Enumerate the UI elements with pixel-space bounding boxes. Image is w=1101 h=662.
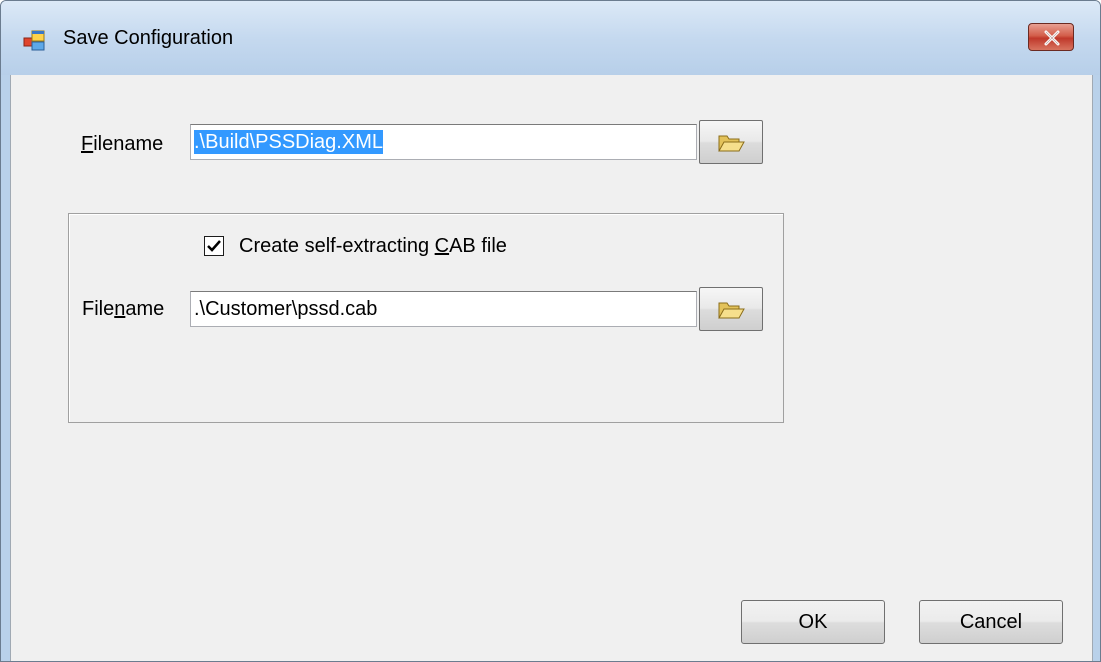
open-folder-icon — [718, 302, 745, 319]
dialog-window-icon — [23, 29, 45, 51]
close-icon — [1044, 30, 1060, 46]
cancel-button[interactable]: Cancel — [919, 600, 1063, 644]
close-button[interactable] — [1028, 23, 1074, 51]
dialog-client-area: Filename .\Build\PSSDiag.XML Create self… — [10, 75, 1093, 661]
checkmark-icon — [207, 240, 221, 252]
cab-filename-label: Filename — [82, 298, 165, 320]
open-folder-icon — [718, 135, 745, 152]
create-cab-label[interactable]: Create self-extracting CAB file — [239, 235, 507, 258]
cab-filename-value: .\Customer\pssd.cab — [194, 298, 378, 320]
title-bar[interactable]: Save Configuration — [1, 1, 1100, 75]
config-filename-label: Filename — [81, 133, 164, 155]
config-filename-value: .\Build\PSSDiag.XML — [194, 130, 383, 154]
ok-button[interactable]: OK — [741, 600, 885, 644]
create-cab-checkbox[interactable] — [204, 236, 224, 256]
browse-config-button[interactable] — [699, 120, 763, 164]
browse-cab-button[interactable] — [699, 287, 763, 331]
config-filename-input[interactable]: .\Build\PSSDiag.XML — [190, 124, 697, 160]
window-title: Save Configuration — [63, 27, 234, 49]
cab-filename-input[interactable]: .\Customer\pssd.cab — [190, 291, 697, 327]
save-configuration-dialog: Save Configuration Filename .\Build\PSSD… — [0, 0, 1101, 662]
